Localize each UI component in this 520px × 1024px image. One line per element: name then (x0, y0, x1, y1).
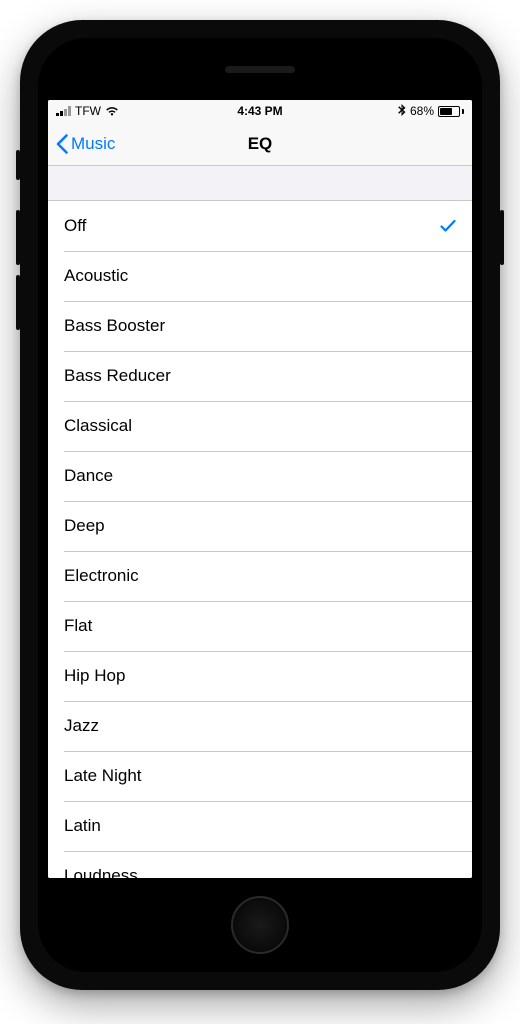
volume-down-button[interactable] (16, 275, 20, 330)
eq-option-label: Latin (64, 816, 101, 836)
back-button[interactable]: Music (56, 134, 115, 154)
status-bar: TFW 4:43 PM 68% (48, 100, 472, 122)
wifi-icon (105, 106, 119, 116)
eq-option-row[interactable]: Latin (48, 801, 472, 851)
eq-option-label: Hip Hop (64, 666, 125, 686)
battery-icon (438, 106, 464, 117)
carrier-label: TFW (75, 104, 101, 118)
eq-option-label: Off (64, 216, 86, 236)
mute-switch[interactable] (16, 150, 20, 180)
status-right: 68% (398, 104, 464, 119)
eq-option-row[interactable]: Deep (48, 501, 472, 551)
eq-option-label: Deep (64, 516, 105, 536)
phone-bezel: TFW 4:43 PM 68% (38, 38, 482, 972)
eq-option-label: Acoustic (64, 266, 128, 286)
eq-option-label: Bass Reducer (64, 366, 171, 386)
eq-option-row[interactable]: Classical (48, 401, 472, 451)
eq-option-label: Loudness (64, 866, 138, 878)
eq-option-label: Classical (64, 416, 132, 436)
section-header-spacer (48, 166, 472, 200)
back-label: Music (71, 134, 115, 154)
eq-option-row[interactable]: Off (48, 201, 472, 251)
checkmark-icon (440, 219, 456, 233)
eq-option-label: Bass Booster (64, 316, 165, 336)
bluetooth-icon (398, 104, 406, 119)
clock: 4:43 PM (237, 104, 282, 118)
eq-option-row[interactable]: Flat (48, 601, 472, 651)
eq-option-label: Electronic (64, 566, 139, 586)
eq-option-label: Flat (64, 616, 92, 636)
eq-option-row[interactable]: Jazz (48, 701, 472, 751)
eq-option-row[interactable]: Late Night (48, 751, 472, 801)
eq-option-row[interactable]: Loudness (48, 851, 472, 878)
eq-option-label: Jazz (64, 716, 99, 736)
eq-options-list: Off Acoustic Bass Booster Bass Reducer Class… (48, 200, 472, 878)
home-button[interactable] (231, 896, 289, 954)
signal-icon (56, 106, 71, 116)
nav-bar: Music EQ (48, 122, 472, 166)
eq-option-row[interactable]: Hip Hop (48, 651, 472, 701)
eq-option-label: Late Night (64, 766, 142, 786)
battery-percent: 68% (410, 104, 434, 118)
speaker-grille (225, 66, 295, 73)
eq-option-row[interactable]: Electronic (48, 551, 472, 601)
power-button[interactable] (500, 210, 504, 265)
eq-option-row[interactable]: Acoustic (48, 251, 472, 301)
screen: TFW 4:43 PM 68% (48, 100, 472, 878)
volume-up-button[interactable] (16, 210, 20, 265)
eq-option-label: Dance (64, 466, 113, 486)
phone-frame: TFW 4:43 PM 68% (20, 20, 500, 990)
eq-option-row[interactable]: Bass Booster (48, 301, 472, 351)
status-left: TFW (56, 104, 119, 118)
chevron-left-icon (56, 134, 68, 154)
page-title: EQ (248, 134, 273, 154)
eq-option-row[interactable]: Dance (48, 451, 472, 501)
eq-option-row[interactable]: Bass Reducer (48, 351, 472, 401)
